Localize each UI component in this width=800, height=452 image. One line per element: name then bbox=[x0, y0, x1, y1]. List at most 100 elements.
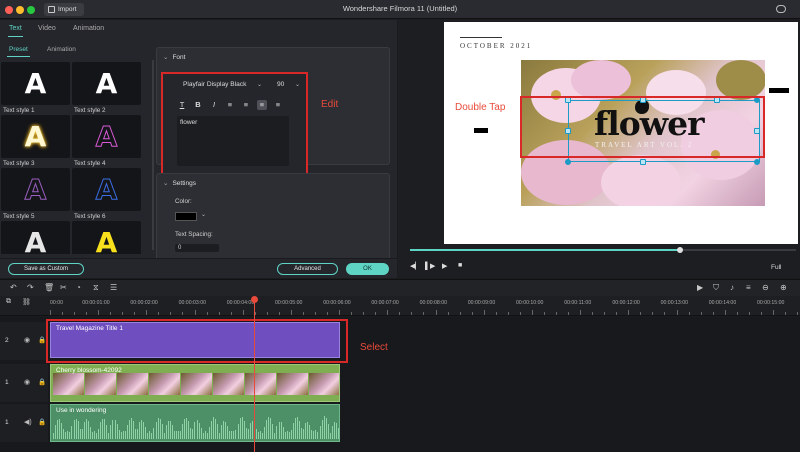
bold-icon[interactable]: B bbox=[193, 100, 203, 110]
subtab-preset[interactable]: Preset bbox=[7, 46, 30, 57]
waveform-bar bbox=[333, 422, 335, 439]
delete-icon[interactable]: 🗑 bbox=[44, 283, 54, 292]
video-clip[interactable]: Cherry blossom-42092 bbox=[50, 364, 340, 402]
ok-button[interactable]: OK bbox=[346, 263, 389, 275]
text-style-card[interactable]: A Text style 2 bbox=[72, 62, 141, 118]
timeline-ruler[interactable]: ⧉ ⛓ 00:00 00:00:01:00 00:00:02:00 00:00:03:… bbox=[0, 296, 800, 316]
advanced-button[interactable]: Advanced bbox=[277, 263, 338, 275]
text-style-card[interactable]: A Text style 4 bbox=[72, 115, 141, 171]
zoom-select[interactable]: Full bbox=[771, 264, 781, 271]
text-style-label: Text style 6 bbox=[74, 213, 106, 220]
cut-icon[interactable]: ✂ bbox=[60, 283, 67, 292]
text-spacing-input[interactable]: 0 bbox=[175, 244, 219, 252]
tab-text[interactable]: Text bbox=[8, 25, 23, 37]
lock-icon[interactable]: 🔒 bbox=[38, 378, 46, 386]
preview-canvas[interactable]: OCTOBER 2021 flower TRAVEL ART VOL. 2 Do… bbox=[444, 22, 798, 244]
settings-section-header[interactable]: ⌄ Settings bbox=[163, 179, 196, 187]
align-center-icon[interactable]: ≡ bbox=[241, 100, 251, 110]
zoom-out-icon[interactable]: ⊖ bbox=[762, 283, 769, 292]
ruler-tick bbox=[278, 312, 280, 315]
timeline-tracks: 2 ◉ 🔒 1 ◉ 🔒 1 ◀) 🔒 Travel Magazine Title… bbox=[0, 317, 800, 452]
step-back-icon[interactable]: ◀▏ bbox=[410, 262, 421, 270]
eye-icon[interactable]: ◉ bbox=[24, 336, 30, 344]
waveform-bar bbox=[299, 420, 300, 439]
mixer-icon[interactable]: ≡ bbox=[746, 283, 751, 292]
undo-icon[interactable]: ↶ bbox=[10, 283, 17, 292]
render-icon[interactable]: ▶ bbox=[697, 283, 703, 292]
rotate-handle[interactable] bbox=[754, 159, 760, 165]
audio-clip[interactable]: Use in wondering bbox=[50, 404, 340, 442]
stop-icon[interactable]: ■ bbox=[458, 262, 462, 269]
resize-handle[interactable] bbox=[640, 159, 646, 165]
zoom-in-icon[interactable]: ⊕ bbox=[780, 283, 787, 292]
text-style-card[interactable]: A Text style 1 bbox=[1, 62, 70, 118]
link-icon[interactable]: ⛓ bbox=[22, 298, 31, 306]
decorative-dash bbox=[474, 128, 488, 133]
microphone-icon[interactable]: ♪ bbox=[730, 283, 734, 292]
text-style-thumbnail: A bbox=[1, 62, 70, 105]
cloud-icon[interactable] bbox=[776, 5, 786, 13]
waveform-bar bbox=[290, 429, 292, 439]
ruler-tick bbox=[327, 312, 328, 315]
ruler-label: 00:00:07:00 bbox=[371, 300, 399, 306]
waveform-bar bbox=[163, 432, 165, 439]
waveform-bar bbox=[89, 426, 91, 439]
date-rule bbox=[460, 37, 502, 38]
text-content-input[interactable]: flower bbox=[177, 116, 289, 166]
font-section-header[interactable]: ⌄ Font bbox=[163, 53, 185, 61]
ruler-tick bbox=[218, 312, 220, 315]
save-as-custom-button[interactable]: Save as Custom bbox=[8, 263, 84, 275]
waveform-bar bbox=[135, 428, 136, 439]
text-style-card[interactable]: A bbox=[72, 221, 141, 254]
align-right-icon[interactable]: ≡ bbox=[257, 100, 267, 110]
speed-icon[interactable]: ◔ bbox=[76, 283, 81, 292]
waveform-bar bbox=[266, 420, 268, 439]
ruler-label: 00:00:08:00 bbox=[419, 300, 447, 306]
chevron-down-icon[interactable]: ⌄ bbox=[295, 81, 300, 88]
color-picker[interactable] bbox=[175, 212, 197, 221]
waveform-bar bbox=[77, 421, 79, 439]
speaker-icon[interactable]: ◀) bbox=[24, 418, 32, 426]
lock-icon[interactable]: 🔒 bbox=[38, 418, 46, 426]
chevron-down-icon[interactable]: ⌄ bbox=[257, 81, 262, 88]
text-style-card[interactable]: A Text style 6 bbox=[72, 168, 141, 224]
duration-icon[interactable]: ⧖ bbox=[93, 283, 99, 293]
timeline-toolbar: ↶ ↷ 🗑 ✂ ◔ ⧖ ☰ ▶ ⛉ ♪ ≡ ⊖ ⊕ bbox=[0, 279, 800, 296]
tab-animation[interactable]: Animation bbox=[73, 25, 104, 32]
style-grid-scrollbar[interactable] bbox=[152, 60, 154, 250]
waveform-bar bbox=[196, 420, 198, 439]
tab-video[interactable]: Video bbox=[38, 25, 56, 32]
waveform-bar bbox=[153, 427, 155, 439]
waveform-bar bbox=[325, 418, 327, 439]
text-style-card[interactable]: A bbox=[1, 221, 70, 254]
playback-progress[interactable] bbox=[410, 247, 796, 253]
align-left-icon[interactable]: ≡ bbox=[225, 100, 235, 110]
rotate-handle[interactable] bbox=[565, 159, 571, 165]
eye-icon[interactable]: ◉ bbox=[24, 378, 30, 386]
text-style-card[interactable]: A Text style 5 bbox=[1, 168, 70, 224]
shield-icon[interactable]: ⛉ bbox=[713, 283, 719, 293]
waveform-bar bbox=[245, 428, 247, 439]
waveform-bar bbox=[186, 417, 188, 439]
ruler-tick bbox=[724, 310, 726, 315]
play-icon[interactable]: ▶ bbox=[442, 262, 447, 270]
waveform-bar bbox=[280, 422, 282, 439]
waveform-bar bbox=[276, 425, 278, 439]
redo-icon[interactable]: ↷ bbox=[27, 283, 34, 292]
chevron-down-icon[interactable]: ⌄ bbox=[201, 211, 206, 218]
text-style-thumbnail: A bbox=[72, 62, 141, 105]
play-pause-icon[interactable]: ▌▶ bbox=[425, 262, 435, 270]
underline-icon[interactable]: T bbox=[177, 100, 187, 110]
subtab-animation[interactable]: Animation bbox=[47, 46, 76, 53]
lock-icon[interactable]: 🔒 bbox=[38, 336, 46, 344]
font-family-select[interactable]: Playfair Display Black bbox=[183, 81, 246, 88]
font-size-select[interactable]: 90 bbox=[277, 81, 284, 88]
progress-knob[interactable] bbox=[677, 247, 684, 253]
text-style-card[interactable]: A Text style 3 bbox=[1, 115, 70, 171]
ruler-tick bbox=[363, 312, 365, 315]
italic-icon[interactable]: I bbox=[209, 100, 219, 110]
add-track-icon[interactable]: ⧉ bbox=[6, 298, 11, 306]
adjust-icon[interactable]: ☰ bbox=[110, 283, 117, 292]
waveform-bar bbox=[337, 427, 339, 439]
align-justify-icon[interactable]: ≡ bbox=[273, 100, 283, 110]
